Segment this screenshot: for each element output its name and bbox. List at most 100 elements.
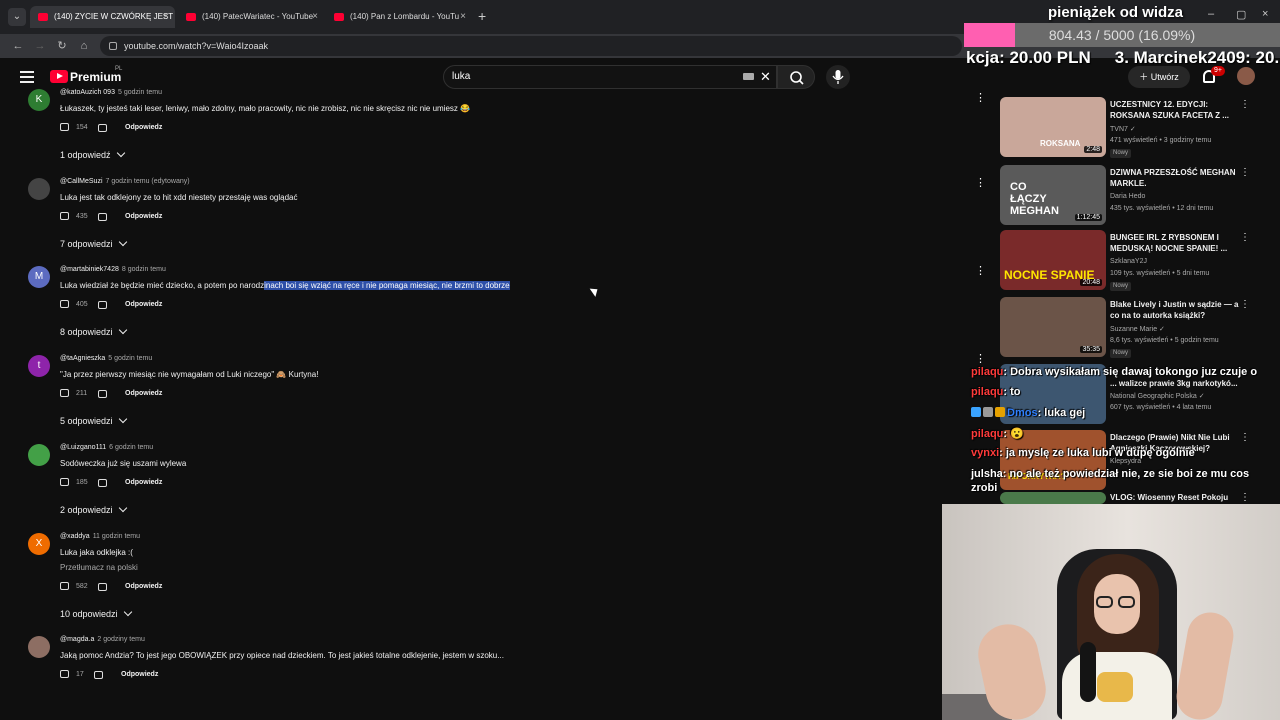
forward-icon[interactable]: → [32,38,48,54]
search-button[interactable] [777,65,815,89]
recommended-video[interactable]: 35:35 Blake Lively i Justin w sądzie — a… [1000,297,1264,359]
avatar[interactable]: t [28,355,50,377]
comment-author[interactable]: @xaddya 11 godzin temu [60,533,140,540]
reply-button[interactable]: Odpowiedz [125,124,162,131]
comment-author[interactable]: @taAgnieszka 5 godzin temu [60,355,152,362]
dislike-icon[interactable] [98,479,107,487]
dislike-icon[interactable] [98,124,107,132]
video-thumbnail[interactable]: 35:35 [1000,297,1106,357]
recommended-video[interactable]: CO ŁĄCZY MEGHAN 1:12:45 DZIWNA PRZESZŁOŚ… [1000,165,1264,227]
like-icon[interactable] [60,478,69,486]
logo-text[interactable]: Premium [70,70,121,84]
voice-search-button[interactable] [826,65,850,89]
minimize-icon[interactable]: – [1208,8,1214,20]
more-options-icon[interactable]: ⋮ [975,91,986,104]
site-info-icon[interactable] [109,42,117,50]
reply-button[interactable]: Odpowiedz [125,583,162,590]
video-title[interactable]: UCZESTNICY 12. EDYCJI: ROKSANA SZUKA FAC… [1110,99,1246,121]
video-title[interactable]: BUNGEE IRL Z RYBSONEM I MEDUSKĄ! NOCNE S… [1110,232,1246,254]
create-button[interactable]: ＋ Utwórz [1128,66,1190,88]
back-icon[interactable]: ← [10,38,26,54]
video-thumbnail[interactable]: NOCNE SPANIE 20:48 [1000,230,1106,290]
hamburger-menu-icon[interactable] [20,71,34,83]
chat-message: pilaqu: to [971,386,1021,398]
more-options-icon[interactable]: ⋮ [975,264,986,277]
avatar[interactable] [28,178,50,200]
like-icon[interactable] [60,670,69,678]
close-window-icon[interactable]: × [1262,8,1268,20]
like-icon[interactable] [60,212,69,220]
dislike-icon[interactable] [98,301,107,309]
keyboard-icon[interactable] [743,73,754,80]
more-options-icon[interactable]: ⋮ [1240,99,1250,110]
video-thumbnail[interactable]: ROKSANA 2:48 [1000,97,1106,157]
url-field[interactable]: youtube.com/watch?v=Waio4Izoaak [100,36,962,56]
video-thumbnail[interactable]: CO ŁĄCZY MEGHAN 1:12:45 [1000,165,1106,225]
avatar[interactable]: M [28,266,50,288]
close-tab-icon[interactable]: × [460,6,466,28]
show-replies-button[interactable]: 2 odpowiedzi [60,503,127,515]
channel-name[interactable]: Suzanne Marie ✓ [1110,325,1165,333]
recommended-video[interactable]: ROKSANA 2:48 UCZESTNICY 12. EDYCJI: ROKS… [1000,97,1264,159]
comment: t @taAgnieszka 5 godzin temu "Ja przez pi… [28,355,668,427]
channel-name[interactable]: TVN7 ✓ [1110,125,1136,133]
dislike-icon[interactable] [98,390,107,398]
close-tab-icon[interactable]: × [163,6,169,28]
tab-3[interactable]: (140) Pan z Lombardu - YouTu × [326,6,472,28]
reply-button[interactable]: Odpowiedz [121,671,158,678]
video-title[interactable]: DZIWNA PRZESZŁOŚĆ MEGHAN MARKLE. [1110,167,1246,189]
chevron-down-icon [116,148,125,158]
maximize-icon[interactable]: ▢ [1236,8,1246,21]
youtube-logo-icon[interactable] [50,70,68,83]
chevron-down-icon [118,237,127,247]
show-replies-button[interactable]: 8 odpowiedzi [60,325,127,337]
dislike-icon[interactable] [98,213,107,221]
recommended-video[interactable]: NOCNE SPANIE 20:48 BUNGEE IRL Z RYBSONEM… [1000,230,1264,292]
avatar[interactable] [28,636,50,658]
comment-author[interactable]: @martabiniek7428 8 godzin temu [60,266,166,273]
dislike-icon[interactable] [94,671,103,679]
translate-link[interactable]: Przetłumacz na polski [60,563,138,572]
comment-text: Łukaszek, ty jesteś taki leser, leniwy, … [60,104,471,113]
close-tab-icon[interactable]: × [312,6,318,28]
reply-button[interactable]: Odpowiedz [125,479,162,486]
more-options-icon[interactable]: ⋮ [975,176,986,189]
show-replies-button[interactable]: 1 odpowiedź [60,148,125,160]
like-icon[interactable] [60,582,69,590]
channel-name[interactable]: Daria Hedo [1110,193,1145,200]
tab-search-chevron-icon[interactable]: ⌄ [8,8,26,26]
comment-author[interactable]: @magda.a 2 godziny temu [60,636,145,643]
like-icon[interactable] [60,389,69,397]
more-options-icon[interactable]: ⋮ [1240,232,1250,243]
comment-author[interactable]: @katoAuzich 093 5 godzin temu [60,89,162,96]
more-options-icon[interactable]: ⋮ [1240,167,1250,178]
tab-1[interactable]: (140) ZYCIE W CZWÓRKĘ JEST × [30,6,175,28]
donation-goal-title: pieniążek od widza [1048,4,1184,21]
like-icon[interactable] [60,123,69,131]
video-title[interactable]: Blake Lively i Justin w sądzie — a co na… [1110,299,1246,321]
like-icon[interactable] [60,300,69,308]
avatar[interactable]: X [28,533,50,555]
avatar[interactable] [28,444,50,466]
comment-author[interactable]: @Luizgano111 6 godzin temu [60,444,153,451]
more-options-icon[interactable]: ⋮ [1240,299,1250,310]
clear-search-icon[interactable]: ✕ [760,69,771,85]
show-replies-button[interactable]: 10 odpowiedzi [60,607,132,619]
thumbnail-text: ROKSANA [1040,139,1081,148]
show-replies-button[interactable]: 7 odpowiedzi [60,237,127,249]
reply-button[interactable]: Odpowiedz [125,213,162,220]
tab-2[interactable]: (140) PatecWariatec - YouTube × [178,6,324,28]
dislike-icon[interactable] [98,583,107,591]
comment-author[interactable]: @CallMeSuzi 7 godzin temu (edytowany) [60,178,190,185]
search-input[interactable]: luka [443,65,777,89]
reply-button[interactable]: Odpowiedz [125,301,162,308]
home-icon[interactable]: ⌂ [76,38,92,54]
channel-name[interactable]: SzklanaY2J [1110,258,1147,265]
avatar[interactable]: K [28,89,50,111]
new-tab-button[interactable]: + [478,8,492,24]
reload-icon[interactable]: ↻ [54,38,70,54]
reply-button[interactable]: Odpowiedz [125,390,162,397]
show-replies-button[interactable]: 5 odpowiedzi [60,414,127,426]
account-avatar[interactable] [1237,67,1255,85]
comment-actions: 17 Odpowiedz [60,669,280,681]
